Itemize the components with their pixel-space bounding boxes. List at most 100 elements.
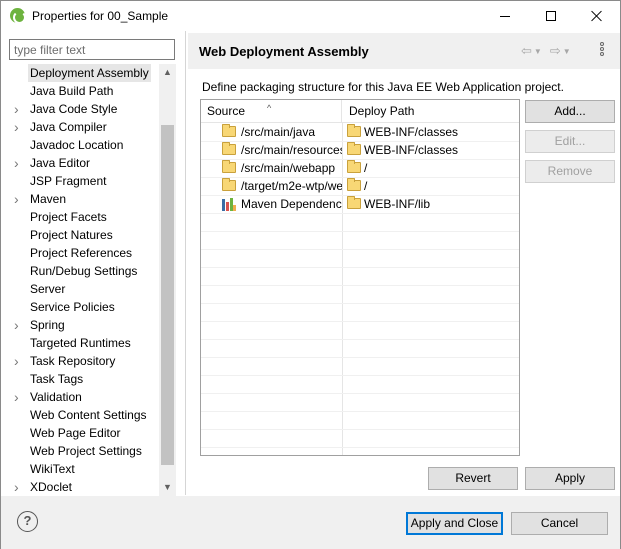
tree-item[interactable]: Service Policies xyxy=(9,298,159,316)
tree-item-label: Project References xyxy=(30,246,133,260)
tree-item-label: Project Facets xyxy=(30,210,107,224)
tree-item[interactable]: › Java Compiler xyxy=(9,118,159,136)
tree-item[interactable]: › Validation xyxy=(9,388,159,406)
expand-arrow-icon[interactable]: › xyxy=(14,388,24,406)
tree-item[interactable]: Javadoc Location xyxy=(9,136,159,154)
row-gridline xyxy=(201,213,519,214)
page-title: Web Deployment Assembly xyxy=(199,44,369,59)
tree-item-label: Java Build Path xyxy=(30,84,114,98)
back-dropdown-icon[interactable]: ▼ xyxy=(534,47,542,56)
close-icon xyxy=(591,10,603,22)
tree-item[interactable]: Web Content Settings xyxy=(9,406,159,424)
tree-item[interactable]: › Java Code Style xyxy=(9,100,159,118)
maximize-button[interactable] xyxy=(528,1,574,31)
expand-arrow-icon[interactable]: › xyxy=(14,154,24,172)
table-row[interactable]: /src/main/java WEB-INF/classes xyxy=(201,123,519,141)
table-row[interactable]: /target/m2e-wtp/web-resources / xyxy=(201,177,519,195)
apply-and-close-button[interactable]: Apply and Close xyxy=(406,512,503,535)
tree-item[interactable]: Deployment Assembly xyxy=(9,64,159,82)
table-row[interactable]: /src/main/resources WEB-INF/classes xyxy=(201,141,519,159)
edit-button[interactable]: Edit... xyxy=(525,130,615,153)
add-button[interactable]: Add... xyxy=(525,100,615,123)
source-cell: Maven Dependencies xyxy=(241,197,342,211)
tree-item[interactable]: › XDoclet xyxy=(9,478,159,496)
tree-item-label: Web Content Settings xyxy=(30,408,147,422)
tree-item-label: Maven xyxy=(30,192,67,206)
folder-icon xyxy=(222,124,236,137)
tree-item[interactable]: › Task Repository xyxy=(9,352,159,370)
tree-item-label: Project Natures xyxy=(30,228,113,242)
tree-item[interactable]: Web Project Settings xyxy=(9,442,159,460)
minimize-button[interactable] xyxy=(482,1,528,31)
remove-button[interactable]: Remove xyxy=(525,160,615,183)
table-row[interactable]: /src/main/webapp / xyxy=(201,159,519,177)
column-header-source[interactable]: Source ^ xyxy=(201,100,342,123)
row-gridline xyxy=(201,393,519,394)
row-gridline xyxy=(201,357,519,358)
tree-item[interactable]: Project Facets xyxy=(9,208,159,226)
page-description: Define packaging structure for this Java… xyxy=(202,80,564,94)
scrollbar-thumb[interactable] xyxy=(161,125,174,465)
library-icon xyxy=(222,197,236,211)
tree-item[interactable]: Project Natures xyxy=(9,226,159,244)
tree-item[interactable]: › Spring xyxy=(9,316,159,334)
tree-scrollbar[interactable]: ▲ ▼ xyxy=(159,64,176,496)
forward-arrow-icon[interactable]: ⇨ xyxy=(550,43,561,59)
tree-item-label: XDoclet xyxy=(30,480,73,494)
expand-arrow-icon[interactable]: › xyxy=(14,478,24,496)
tree-item[interactable]: Java Build Path xyxy=(9,82,159,100)
help-icon[interactable]: ? xyxy=(17,511,38,532)
column-header-label: Source xyxy=(207,104,246,118)
expand-arrow-icon[interactable]: › xyxy=(14,190,24,208)
source-cell: /src/main/resources xyxy=(241,143,342,157)
expand-arrow-icon[interactable]: › xyxy=(14,118,24,136)
properties-dialog: Properties for 00_Sample Deployment Asse… xyxy=(0,0,621,549)
row-gridline xyxy=(201,339,519,340)
expand-arrow-icon[interactable]: › xyxy=(14,316,24,334)
tree-item[interactable]: Run/Debug Settings xyxy=(9,262,159,280)
expand-arrow-icon[interactable]: › xyxy=(14,352,24,370)
deploy-path-cell: WEB-INF/classes xyxy=(364,143,459,157)
cancel-button[interactable]: Cancel xyxy=(511,512,608,535)
title-bar: Properties for 00_Sample xyxy=(1,1,620,31)
tree-item-label: Deployment Assembly xyxy=(28,64,151,82)
tree-item[interactable]: JSP Fragment xyxy=(9,172,159,190)
tree-item-label: Spring xyxy=(30,318,65,332)
page-navigation: ⇦ ▼ ⇨ ▼ xyxy=(521,41,571,61)
view-menu-icon[interactable] xyxy=(600,42,606,60)
revert-button[interactable]: Revert xyxy=(428,467,518,490)
assembly-table[interactable]: Source ^ Deploy Path /src/main/java WEB-I… xyxy=(200,99,520,456)
page-header: Web Deployment Assembly ⇦ ▼ ⇨ ▼ xyxy=(188,33,620,69)
folder-icon xyxy=(347,196,361,209)
row-gridline xyxy=(201,447,519,448)
apply-button[interactable]: Apply xyxy=(525,467,615,490)
forward-dropdown-icon[interactable]: ▼ xyxy=(563,47,571,56)
tree-item[interactable]: Web Page Editor xyxy=(9,424,159,442)
row-gridline xyxy=(201,231,519,232)
tree-item[interactable]: WikiText xyxy=(9,460,159,478)
row-gridline xyxy=(201,285,519,286)
tree-item-label: Service Policies xyxy=(30,300,115,314)
column-header-label: Deploy Path xyxy=(349,104,415,118)
tree-item[interactable]: Project References xyxy=(9,244,159,262)
folder-icon xyxy=(347,124,361,137)
scroll-down-icon[interactable]: ▼ xyxy=(159,479,176,496)
row-gridline xyxy=(201,249,519,250)
filter-input[interactable] xyxy=(9,39,175,60)
scroll-up-icon[interactable]: ▲ xyxy=(159,64,176,81)
tree-item[interactable]: Server xyxy=(9,280,159,298)
back-arrow-icon[interactable]: ⇦ xyxy=(521,43,532,59)
expand-arrow-icon[interactable]: › xyxy=(14,100,24,118)
column-header-deploy-path[interactable]: Deploy Path xyxy=(343,100,519,123)
tree-item-label: Java Compiler xyxy=(30,120,107,134)
tree-item[interactable]: › Java Editor xyxy=(9,154,159,172)
folder-icon xyxy=(222,142,236,155)
pane-divider[interactable] xyxy=(185,31,186,495)
table-row[interactable]: Maven Dependencies WEB-INF/lib xyxy=(201,195,519,213)
tree-item-label: Server xyxy=(30,282,66,296)
tree-item[interactable]: › Maven xyxy=(9,190,159,208)
row-gridline xyxy=(201,411,519,412)
tree-item[interactable]: Task Tags xyxy=(9,370,159,388)
tree-item[interactable]: Targeted Runtimes xyxy=(9,334,159,352)
close-button[interactable] xyxy=(574,1,620,31)
